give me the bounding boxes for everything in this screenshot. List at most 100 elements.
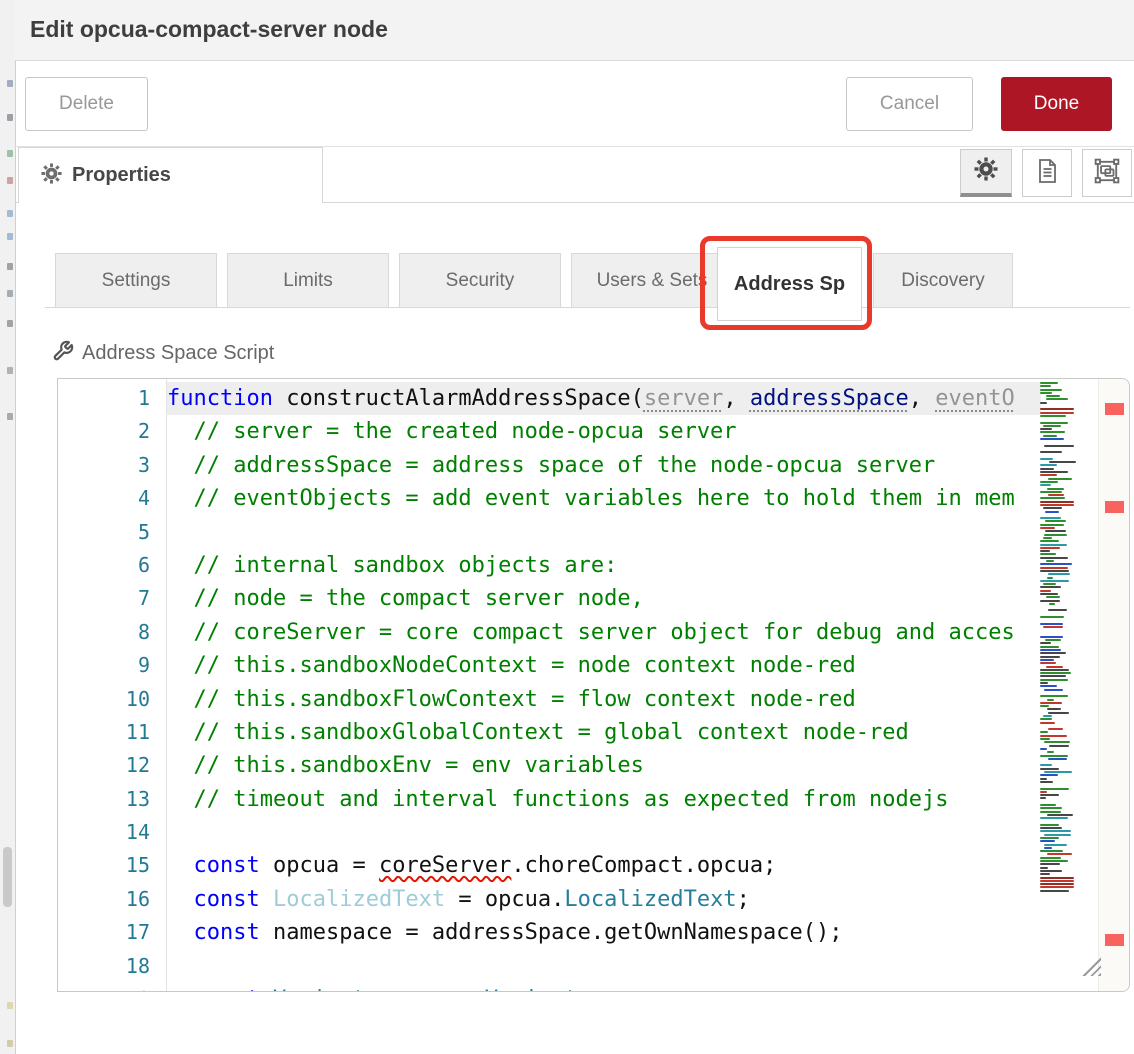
palette-node-mark [7,320,13,327]
minimap-line [1040,408,1074,410]
minimap-line [1040,877,1074,879]
ruler-error-marker[interactable] [1105,501,1124,513]
minimap-line [1040,616,1064,618]
minimap-line [1040,682,1048,684]
code-line [167,950,1047,983]
appearance-frame-icon [1094,158,1120,189]
tab-users-sets[interactable]: Users & Sets [571,253,733,308]
minimap-line [1040,580,1069,582]
code-editor[interactable]: 12345678910111213141516171819 function c… [57,378,1130,992]
minimap-line [1047,577,1054,579]
appearance-icon-button[interactable] [1082,149,1132,197]
minimap-line [1045,511,1059,513]
minimap-line [1040,471,1068,473]
palette-node-mark [7,114,13,121]
minimap-line [1040,656,1060,658]
palette-node-mark [7,1040,13,1047]
minimap-line [1040,718,1052,720]
code-line: // this.sandboxEnv = env variables [167,749,1047,782]
line-number: 16 [58,883,166,916]
description-icon-button[interactable] [1022,149,1072,197]
tab-limits[interactable]: Limits [227,253,389,308]
minimap-line [1040,755,1068,757]
tab-settings[interactable]: Settings [55,253,217,308]
overview-ruler[interactable] [1098,379,1130,991]
code-line: // coreServer = core compact server obje… [167,616,1047,649]
code-line: // this.sandboxFlowContext = flow contex… [167,683,1047,716]
minimap-line [1040,662,1056,664]
minimap-line [1040,794,1059,796]
code-line: // timeout and interval functions as exp… [167,783,1047,816]
ruler-error-marker[interactable] [1105,934,1124,946]
ruler-error-marker[interactable] [1105,403,1124,415]
minimap-line [1048,712,1069,714]
minimap-line [1040,804,1056,806]
code-text-area[interactable]: function constructAlarmAddressSpace(serv… [167,382,1047,992]
code-line [167,816,1047,849]
minimap-line [1048,494,1064,496]
minimap-line [1043,435,1056,437]
line-number: 12 [58,749,166,782]
minimap-line [1046,398,1068,400]
minimap-line [1040,600,1060,602]
document-icon [1035,158,1059,189]
gear-icon [41,163,62,189]
palette-node-mark [7,367,13,374]
minimap-line [1040,788,1069,790]
minimap-line [1040,642,1051,644]
minimap-line [1040,827,1062,829]
minimap-line [1040,817,1068,819]
line-number: 2 [58,415,166,448]
line-number: 14 [58,816,166,849]
minimap-line [1040,811,1061,813]
palette-node-mark [7,233,13,240]
left-scrollbar-thumb[interactable] [3,847,12,907]
minimap-line [1043,715,1052,717]
line-number: 10 [58,683,166,716]
minimap-line [1040,504,1074,506]
done-button[interactable]: Done [1001,77,1112,131]
line-number: 13 [58,783,166,816]
tab-address-space[interactable]: Address Sp [717,247,862,321]
minimap-line [1040,451,1062,453]
minimap-line [1040,781,1053,783]
resize-grip-icon[interactable] [1080,955,1101,976]
section-title: Address Space Script [82,342,274,365]
minimap-line [1047,699,1054,701]
minimap-line [1043,425,1061,427]
line-number-gutter: 12345678910111213141516171819 [58,382,166,992]
code-line: const Variant = opcua.Variant; [167,983,1047,992]
tab-discovery[interactable]: Discovery [873,253,1013,308]
minimap-line [1040,722,1055,724]
line-number: 7 [58,582,166,615]
properties-icon-button[interactable] [960,149,1012,197]
minimap-line [1040,748,1047,750]
cancel-button[interactable]: Cancel [846,77,973,131]
workspace-edge-strip [0,0,16,1054]
tab-properties[interactable]: Properties [18,147,323,203]
minimap-line [1040,669,1069,671]
minimap[interactable] [1040,382,1077,903]
minimap-line [1047,708,1060,710]
minimap-line [1040,544,1067,546]
minimap-line [1040,415,1066,417]
minimap-line [1043,626,1063,628]
code-line [167,516,1047,549]
minimap-line [1040,557,1068,559]
minimap-line [1045,520,1066,522]
minimap-line [1040,867,1048,869]
minimap-line [1040,797,1046,799]
tab-security[interactable]: Security [399,253,561,308]
minimap-line [1046,596,1060,598]
minimap-line [1040,890,1069,892]
line-number: 15 [58,849,166,882]
minimap-line [1044,771,1072,773]
minimap-line [1040,382,1058,384]
minimap-line [1040,764,1052,766]
minimap-line [1040,880,1074,882]
minimap-line [1040,491,1062,493]
minimap-line [1040,501,1074,503]
minimap-line [1046,666,1063,668]
delete-button[interactable]: Delete [25,77,148,131]
minimap-line [1040,870,1062,872]
